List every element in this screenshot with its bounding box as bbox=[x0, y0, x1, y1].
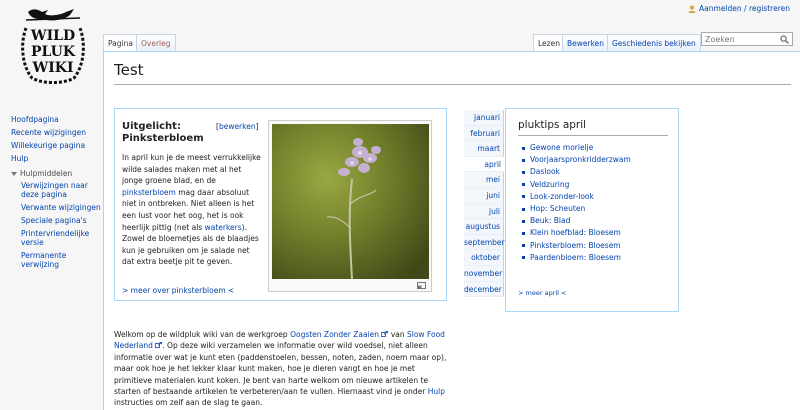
tool-item-speciale-paginas[interactable]: Speciale pagina's bbox=[21, 216, 101, 225]
tools-toggle[interactable]: Hulpmiddelen bbox=[11, 169, 101, 178]
personal-bar: Aanmelden / registreren bbox=[688, 4, 790, 13]
tool-item-verwante-wijzigingen[interactable]: Verwante wijzigingen bbox=[21, 203, 101, 212]
tab-lezen[interactable]: Lezen bbox=[533, 34, 565, 51]
bullet-icon bbox=[522, 183, 525, 187]
featured-edit: [bewerken] bbox=[216, 122, 259, 131]
list-item: Veldzuring bbox=[522, 179, 631, 191]
enlarge-icon[interactable] bbox=[417, 282, 426, 289]
tool-item-permanente-verwijzing[interactable]: Permanente verwijzing bbox=[21, 251, 101, 269]
tool-item-verwijzingen[interactable]: Verwijzingen naar deze pagina bbox=[21, 181, 101, 199]
tools-heading: Hulpmiddelen bbox=[20, 169, 73, 178]
pinksterbloem-link[interactable]: pinksterbloem bbox=[122, 188, 176, 197]
bullet-icon bbox=[522, 256, 525, 260]
sidebar-item-hulp[interactable]: Hulp bbox=[11, 154, 101, 163]
logo-line-2: PLUK bbox=[31, 44, 76, 60]
tab-bewerken[interactable]: Bewerken bbox=[562, 34, 610, 51]
month-tab-juli[interactable]: juli bbox=[464, 203, 504, 220]
content-area: Test Uitgelicht: Pinksterbloem [bewerken… bbox=[103, 51, 800, 410]
pinksterbloem-photo[interactable] bbox=[272, 124, 429, 279]
bullet-icon bbox=[522, 170, 525, 174]
featured-text: In april kun je de meest verrukkelijke w… bbox=[122, 152, 262, 268]
month-tab-april[interactable]: april bbox=[464, 156, 504, 173]
waterkers-link[interactable]: waterkers bbox=[205, 223, 242, 232]
month-tab-februari[interactable]: februari bbox=[464, 125, 504, 142]
search-icon[interactable] bbox=[780, 35, 789, 44]
bullet-icon bbox=[522, 195, 525, 199]
tip-link[interactable]: Paardenbloem: Bloesem bbox=[530, 252, 621, 264]
sidebar-item-recente-wijzigingen[interactable]: Recente wijzigingen bbox=[11, 128, 101, 137]
tip-link[interactable]: Look-zonder-look bbox=[530, 191, 594, 203]
month-tab-november[interactable]: november bbox=[464, 265, 504, 282]
tips-list: Gewone morielje Voorjaarspronkridderzwam… bbox=[522, 142, 631, 264]
title-divider bbox=[114, 84, 791, 85]
tip-link[interactable]: Pinksterbloem: Bloesem bbox=[530, 240, 621, 252]
sidebar-item-hoofdpagina[interactable]: Hoofdpagina bbox=[11, 115, 101, 124]
tips-box: pluktips april Gewone morielje Voorjaars… bbox=[505, 108, 679, 312]
featured-thumbnail[interactable] bbox=[268, 120, 432, 292]
logo-line-1: WILD bbox=[30, 28, 75, 44]
tab-pagina[interactable]: Pagina bbox=[103, 34, 138, 51]
edit-bracket-close: ] bbox=[255, 122, 259, 131]
intro-text-4: instructies om zelf aan de slag te gaan. bbox=[114, 398, 263, 408]
bullet-icon bbox=[522, 158, 525, 162]
tips-title: pluktips april bbox=[518, 119, 587, 131]
featured-title: Uitgelicht: Pinksterbloem bbox=[122, 121, 204, 144]
list-item: Pinksterbloem: Bloesem bbox=[522, 240, 631, 252]
hulp-link[interactable]: Hulp bbox=[428, 387, 445, 396]
tab-overleg[interactable]: Overleg bbox=[136, 34, 176, 51]
list-item: Klein hoefblad: Bloesem bbox=[522, 227, 631, 239]
tips-divider bbox=[518, 135, 668, 136]
wildpluk-logo[interactable]: WILD PLUK WIKI bbox=[18, 4, 88, 86]
tip-link[interactable]: Hop: Scheuten bbox=[530, 203, 585, 215]
bullet-icon bbox=[522, 207, 525, 211]
featured-text-1: In april kun je de meest verrukkelijke w… bbox=[122, 153, 261, 186]
month-tab-oktober[interactable]: oktober bbox=[464, 250, 504, 266]
tip-link[interactable]: Veldzuring bbox=[530, 179, 569, 191]
month-tab-juni[interactable]: juni bbox=[464, 187, 504, 204]
branch-icon bbox=[25, 17, 81, 21]
list-item: Gewone morielje bbox=[522, 142, 631, 154]
month-tab-mei[interactable]: mei bbox=[464, 172, 504, 188]
login-link[interactable]: Aanmelden / registreren bbox=[699, 4, 790, 13]
list-item: Daslook bbox=[522, 166, 631, 178]
intro-text-3: . Op deze wiki verzamelen we informatie … bbox=[114, 341, 447, 397]
month-tabs: januari februari maart april mei juni ju… bbox=[464, 110, 505, 298]
featured-box: Uitgelicht: Pinksterbloem [bewerken] In … bbox=[114, 108, 447, 301]
featured-more-link[interactable]: > meer over pinksterbloem < bbox=[122, 286, 234, 295]
month-tab-augustus[interactable]: augustus bbox=[464, 219, 504, 235]
tip-link[interactable]: Klein hoefblad: Bloesem bbox=[530, 227, 621, 239]
intro-text-1: Welkom op de wildpluk wiki van de werkgr… bbox=[114, 330, 291, 339]
bullet-icon bbox=[522, 244, 525, 248]
month-tab-januari[interactable]: januari bbox=[464, 110, 504, 126]
list-item: Beuk: Blad bbox=[522, 215, 631, 227]
intro-text: Welkom op de wildpluk wiki van de werkgr… bbox=[114, 329, 454, 409]
month-tab-december[interactable]: december bbox=[464, 281, 504, 298]
featured-edit-link[interactable]: bewerken bbox=[219, 122, 256, 131]
user-icon bbox=[688, 5, 696, 13]
month-tab-maart[interactable]: maart bbox=[464, 141, 504, 157]
tab-geschiedenis[interactable]: Geschiedenis bekijken bbox=[607, 34, 701, 51]
list-item: Hop: Scheuten bbox=[522, 203, 631, 215]
chevron-down-icon bbox=[11, 171, 17, 176]
oogsten-zonder-zaaien-link[interactable]: Oogsten Zonder Zaaien bbox=[290, 330, 379, 339]
page-title: Test bbox=[114, 61, 144, 79]
tools-list: Verwijzingen naar deze pagina Verwante w… bbox=[11, 181, 101, 269]
logo-line-3: WIKI bbox=[32, 60, 74, 76]
tip-link[interactable]: Voorjaarspronkridderzwam bbox=[530, 154, 631, 166]
sidebar-item-willekeurige-pagina[interactable]: Willekeurige pagina bbox=[11, 141, 101, 150]
bullet-icon bbox=[522, 146, 525, 150]
tip-link[interactable]: Daslook bbox=[530, 166, 560, 178]
list-item: Voorjaarspronkridderzwam bbox=[522, 154, 631, 166]
sidebar: Hoofdpagina Recente wijzigingen Willekeu… bbox=[11, 115, 101, 273]
list-item: Look-zonder-look bbox=[522, 191, 631, 203]
tip-link[interactable]: Beuk: Blad bbox=[530, 215, 570, 227]
month-tab-september[interactable]: september bbox=[464, 234, 505, 251]
tip-link[interactable]: Gewone morielje bbox=[530, 142, 593, 154]
tips-more-link[interactable]: > meer april < bbox=[518, 289, 567, 297]
tool-item-printervriendelijk[interactable]: Printervriendelijke versie bbox=[21, 229, 101, 247]
intro-text-2: van bbox=[388, 330, 407, 339]
bullet-icon bbox=[522, 231, 525, 235]
bullet-icon bbox=[522, 219, 525, 223]
list-item: Paardenbloem: Bloesem bbox=[522, 252, 631, 264]
